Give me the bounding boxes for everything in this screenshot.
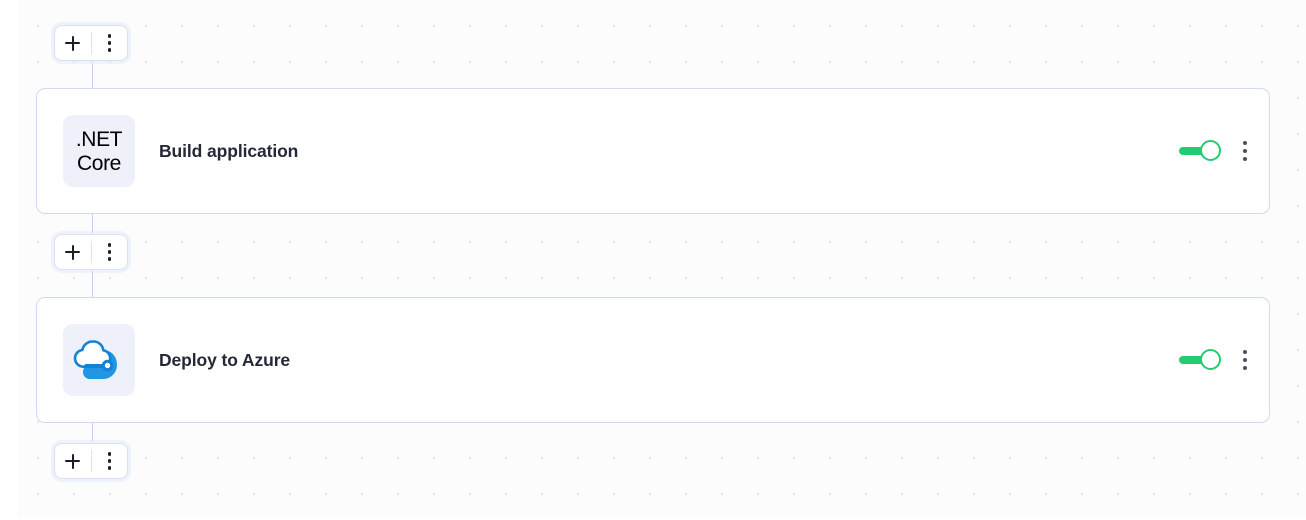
dotnet-icon-line1: .NET bbox=[75, 127, 123, 151]
workflow-canvas[interactable]: .NET Core Build application Deploy to Az… bbox=[18, 0, 1306, 516]
connector-bottom bbox=[92, 422, 93, 442]
add-step-button-middle[interactable] bbox=[54, 234, 128, 270]
add-step-menu-middle[interactable] bbox=[92, 235, 128, 269]
step-menu-icon[interactable] bbox=[1243, 141, 1247, 161]
kebab-menu-icon bbox=[107, 243, 111, 261]
step-menu-icon[interactable] bbox=[1243, 350, 1247, 370]
dotnet-core-icon: .NET Core bbox=[63, 115, 135, 187]
plus-icon bbox=[65, 453, 81, 469]
step-card-build-application[interactable]: .NET Core Build application bbox=[36, 88, 1270, 214]
step-card-actions bbox=[1179, 349, 1247, 371]
add-step-plus-middle[interactable] bbox=[55, 235, 91, 269]
add-step-button-bottom[interactable] bbox=[54, 443, 128, 479]
plus-icon bbox=[65, 244, 81, 260]
plus-icon bbox=[65, 35, 81, 51]
toggle-knob bbox=[1200, 349, 1221, 370]
azure-cloud-icon bbox=[63, 324, 135, 396]
dotnet-icon-line2: Core bbox=[77, 151, 121, 175]
azure-cloud-glyph bbox=[73, 340, 117, 379]
kebab-menu-icon bbox=[107, 452, 111, 470]
step-card-actions bbox=[1179, 140, 1247, 162]
add-step-menu-top[interactable] bbox=[92, 26, 128, 60]
step-enabled-toggle[interactable] bbox=[1179, 349, 1221, 371]
kebab-menu-icon bbox=[107, 34, 111, 52]
step-card-deploy-to-azure[interactable]: Deploy to Azure bbox=[36, 297, 1270, 423]
add-step-plus-bottom[interactable] bbox=[55, 444, 91, 478]
add-step-plus-top[interactable] bbox=[55, 26, 91, 60]
add-step-menu-bottom[interactable] bbox=[92, 444, 128, 478]
connector-lower bbox=[92, 269, 93, 300]
step-enabled-toggle[interactable] bbox=[1179, 140, 1221, 162]
step-title: Build application bbox=[159, 140, 299, 161]
add-step-button-top[interactable] bbox=[54, 25, 128, 61]
toggle-knob bbox=[1200, 140, 1221, 161]
connector-top bbox=[92, 61, 93, 91]
step-title: Deploy to Azure bbox=[159, 349, 291, 370]
